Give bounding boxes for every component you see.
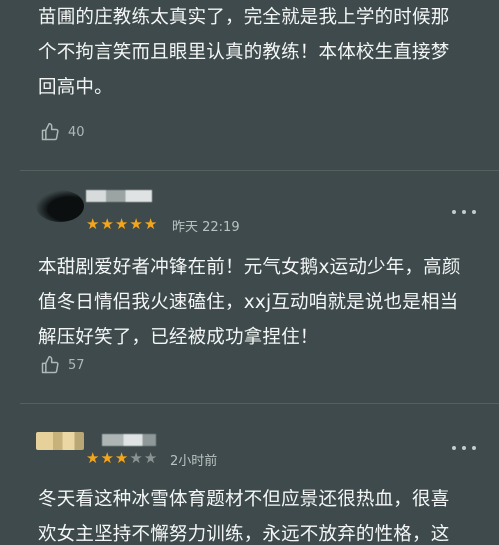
like-count: 57 [68, 357, 85, 373]
review-2-header: ★ ★ ★ ★ ★ 昨天 22:19 [36, 190, 476, 235]
star-icon: ★ [100, 215, 114, 233]
review-2-text: 本甜剧爱好者冲锋在前！元气女鹅x运动少年，高颜 值冬日情侣我火速磕住，xxj互动… [38, 250, 468, 355]
star-icon: ★ [143, 449, 158, 467]
star-icon: ★ [129, 215, 143, 233]
divider [20, 403, 499, 404]
review-time: 昨天 22:19 [172, 220, 240, 235]
star-icon: ★ [114, 215, 129, 233]
username-blurred[interactable] [102, 434, 156, 446]
thumbs-up-icon [41, 355, 59, 374]
review-feed: 苗圃的庄教练太真实了，完全就是我上学的时候那 个不拘言笑而且眼里认真的教练！本体… [0, 0, 499, 545]
more-dots-icon[interactable] [452, 440, 476, 456]
review-line: 回高中。 [38, 77, 113, 98]
review-time: 2小时前 [170, 454, 218, 469]
like-button[interactable]: 57 [40, 355, 85, 375]
review-3-header: ★ ★ ★ ★ ★ 2小时前 [36, 432, 476, 472]
like-count: 40 [68, 124, 85, 140]
divider [20, 170, 499, 171]
review-line: 值冬日情侣我火速磕住，xxj互动咱就是说也是相当 [38, 292, 459, 313]
star-icon: ★ [86, 449, 100, 467]
review-3-text: 冬天看这种冰雪体育题材不但应景还很热血，很喜 欢女主坚持不懈努力训练，永远不放弃… [38, 482, 468, 545]
star-icon: ★ [129, 449, 143, 467]
star-icon: ★ [143, 215, 158, 233]
review-line: 苗圃的庄教练太真实了，完全就是我上学的时候那 [38, 7, 450, 28]
username-blurred[interactable] [86, 190, 152, 202]
like-button[interactable]: 40 [40, 122, 85, 142]
review-1-text: 苗圃的庄教练太真实了，完全就是我上学的时候那 个不拘言笑而且眼里认真的教练！本体… [38, 0, 468, 105]
star-icon: ★ [100, 449, 114, 467]
thumbs-up-icon [41, 122, 59, 141]
rating-stars: ★ ★ ★ ★ ★ [86, 216, 157, 232]
review-line: 冬天看这种冰雪体育题材不但应景还很热血，很喜 [38, 489, 450, 510]
review-line: 本甜剧爱好者冲锋在前！元气女鹅x运动少年，高颜 [38, 257, 461, 278]
avatar[interactable] [36, 432, 84, 450]
avatar[interactable] [36, 190, 84, 222]
star-icon: ★ [86, 215, 100, 233]
rating-stars: ★ ★ ★ ★ ★ [86, 450, 157, 466]
review-line: 个不拘言笑而且眼里认真的教练！本体校生直接梦 [38, 42, 450, 63]
review-line: 欢女主坚持不懈努力训练，永远不放弃的性格，这 [38, 524, 450, 545]
more-dots-icon[interactable] [452, 204, 476, 220]
review-line: 解压好笑了，已经被成功拿捏住！ [38, 327, 319, 348]
star-icon: ★ [114, 449, 129, 467]
